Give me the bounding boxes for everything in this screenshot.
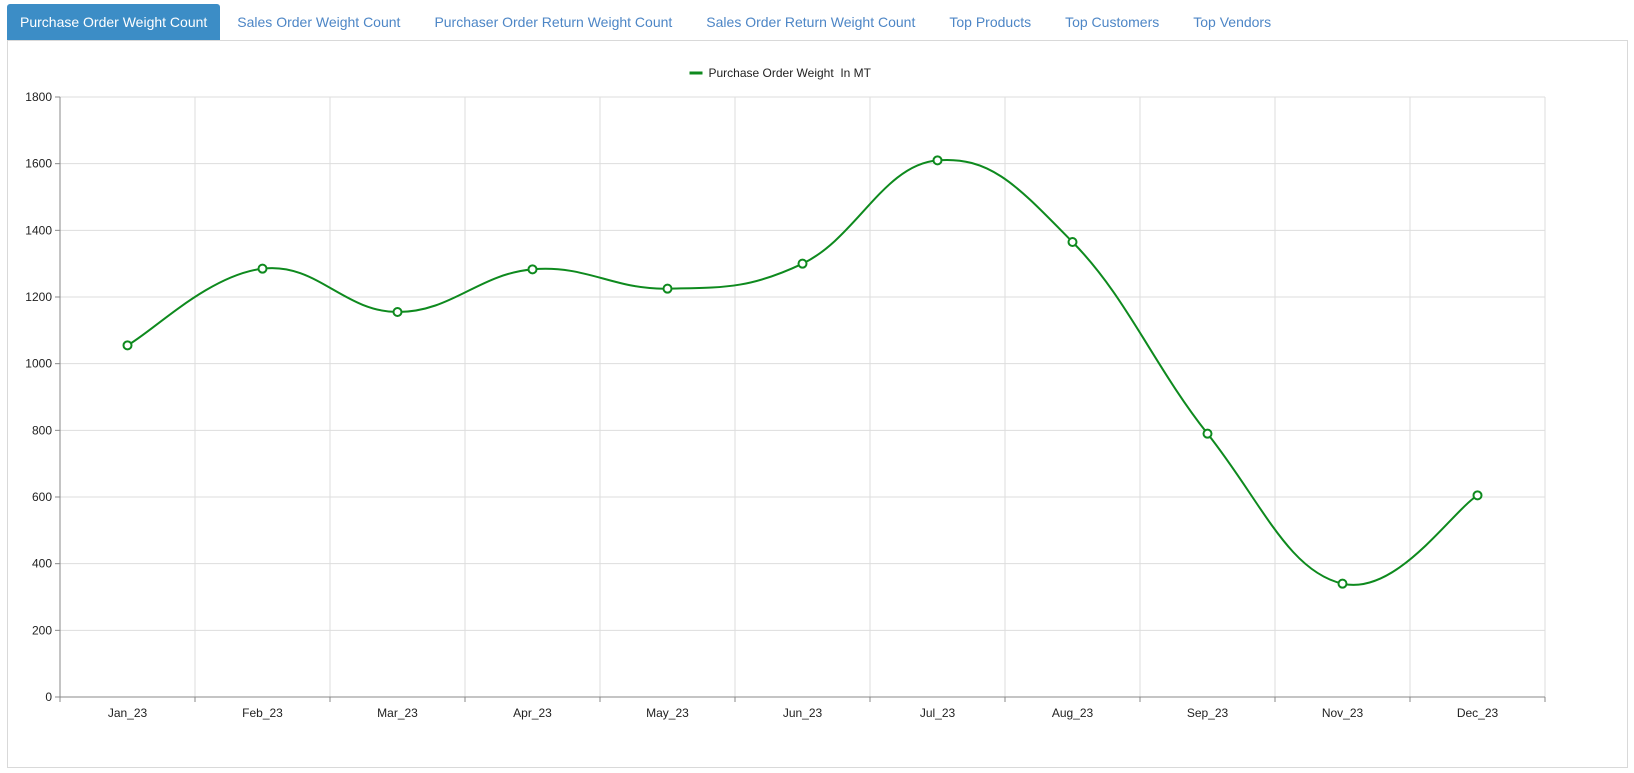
y-tick-label: 1600	[25, 157, 52, 171]
data-point[interactable]	[1202, 428, 1213, 439]
y-tick-label: 200	[32, 623, 52, 637]
y-tick-label: 600	[32, 490, 52, 504]
chart-legend[interactable]: Purchase Order Weight In MT	[689, 66, 872, 80]
chart-grid	[59, 96, 1546, 698]
tab-bar: Purchase Order Weight Count Sales Order …	[7, 4, 1288, 40]
tab-sales-order-weight-count[interactable]: Sales Order Weight Count	[220, 4, 417, 40]
y-tick-label: 1000	[25, 357, 52, 371]
data-point[interactable]	[1067, 237, 1078, 247]
tab-top-customers[interactable]: Top Customers	[1048, 4, 1176, 40]
tab-top-products[interactable]: Top Products	[932, 4, 1048, 40]
legend-label: Purchase Order Weight In MT	[709, 66, 872, 80]
x-tick-label: Apr_23	[513, 706, 552, 720]
tab-sales-order-return-weight-count[interactable]: Sales Order Return Weight Count	[689, 4, 932, 40]
x-tick-label: Sep_23	[1187, 706, 1229, 720]
x-tick-label: Feb_23	[242, 706, 283, 720]
x-tick-label: Dec_23	[1457, 706, 1499, 720]
tab-purchaser-order-return-weight-count[interactable]: Purchaser Order Return Weight Count	[417, 4, 689, 40]
y-tick-label: 1200	[25, 290, 52, 304]
y-tick-label: 800	[32, 423, 52, 437]
y-tick-label: 400	[32, 557, 52, 571]
data-point[interactable]	[662, 283, 673, 294]
data-point[interactable]	[1472, 490, 1483, 501]
tab-top-vendors[interactable]: Top Vendors	[1176, 4, 1288, 40]
x-tick-label: Jan_23	[108, 706, 148, 720]
tab-purchase-order-weight-count[interactable]: Purchase Order Weight Count	[7, 4, 221, 40]
data-point[interactable]	[932, 155, 943, 166]
data-point[interactable]	[122, 340, 133, 351]
y-tick-label: 0	[45, 690, 52, 704]
data-point[interactable]	[527, 264, 538, 275]
data-point[interactable]	[1337, 578, 1348, 589]
chart-axes: 0 200 400 600 800 1000 1200 1400 1600 1800 Jan_23 F…	[25, 90, 1546, 720]
chart-series	[122, 155, 1483, 589]
x-tick-label: Jun_23	[783, 706, 823, 720]
x-tick-label: May_23	[646, 706, 689, 720]
line-chart: 0 200 400 600 800 1000 1200 1400 1600 1800 Jan_23 F…	[25, 66, 1546, 720]
x-tick-label: Nov_23	[1322, 706, 1364, 720]
x-tick-label: Mar_23	[377, 706, 418, 720]
chart-panel: 0 200 400 600 800 1000 1200 1400 1600 1800 Jan_23 F…	[7, 40, 1628, 768]
y-tick-label: 1400	[25, 223, 52, 237]
data-point[interactable]	[797, 258, 808, 269]
x-tick-label: Aug_23	[1052, 706, 1094, 720]
data-point[interactable]	[257, 263, 268, 274]
x-tick-label: Jul_23	[920, 706, 956, 720]
y-tick-label: 1800	[25, 90, 52, 104]
data-point[interactable]	[392, 307, 403, 317]
